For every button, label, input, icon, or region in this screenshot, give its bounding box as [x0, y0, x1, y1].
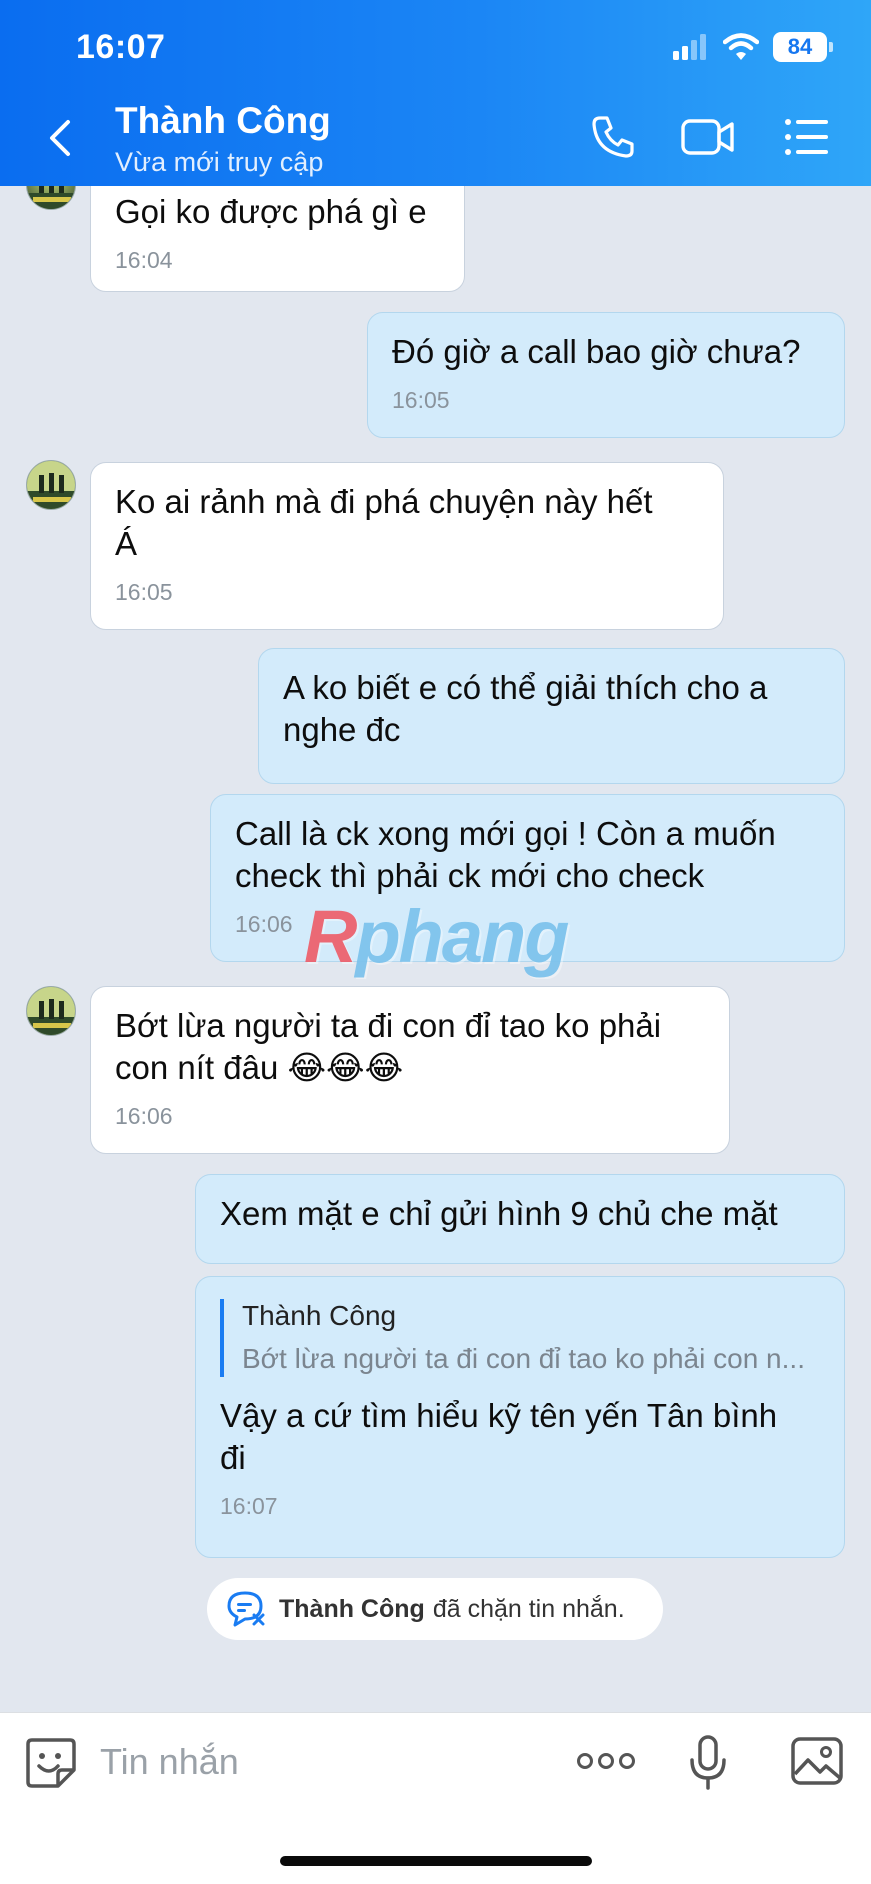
quoted-sender: Thành Công	[242, 1300, 397, 1331]
menu-icon[interactable]	[782, 112, 832, 162]
back-icon[interactable]	[42, 116, 78, 160]
avatar[interactable]	[26, 186, 76, 210]
message-time: 16:05	[392, 387, 450, 413]
message-time: 16:04	[115, 247, 173, 273]
video-icon[interactable]	[680, 112, 736, 162]
watermark-first-letter: R	[304, 895, 357, 978]
blocked-notice: Thành Công đã chặn tin nhắn.	[207, 1578, 663, 1640]
message-bubble-outgoing[interactable]: Đó giờ a call bao giờ chưa? 16:05	[367, 312, 845, 438]
quoted-text: Bớt lừa người ta đi con đỉ tao ko phải c…	[242, 1343, 805, 1374]
battery-icon: 84	[773, 32, 833, 62]
message-list[interactable]: Gọi ko được phá gì e 16:04 Đó giờ a call…	[0, 186, 871, 1712]
message-text-line: Ko ai rảnh mà đi phá chuyện này hết	[115, 483, 653, 520]
more-icon[interactable]	[576, 1748, 636, 1774]
message-text-line: con nít đâu 😂😂😂	[115, 1049, 404, 1086]
blocked-notice-name: Thành Công	[279, 1594, 425, 1623]
message-text-line: nghe đc	[283, 711, 401, 748]
contact-status: Vừa mới truy cập	[115, 147, 324, 177]
message-bubble-incoming[interactable]: Ko ai rảnh mà đi phá chuyện này hết Á 16…	[90, 462, 724, 630]
message-text: Đó giờ a call bao giờ chưa?	[392, 333, 801, 370]
message-text: Xem mặt e chỉ gửi hình 9 chủ che mặt	[220, 1195, 778, 1232]
message-time: 16:05	[115, 579, 173, 605]
chat-header: 16:07 84 Thành Công Vừa mới truy cập	[0, 0, 871, 186]
message-bubble-incoming[interactable]: Bớt lừa người ta đi con đỉ tao ko phải c…	[90, 986, 730, 1154]
message-text-line: Á	[115, 525, 138, 562]
message-text-line: Bớt lừa người ta đi con đỉ tao ko phải	[115, 1007, 662, 1044]
quoted-message[interactable]: Thành Công Bớt lừa người ta đi con đỉ ta…	[220, 1299, 820, 1377]
contact-name[interactable]: Thành Công	[115, 100, 331, 142]
message-time: 16:07	[220, 1493, 278, 1519]
signal-icon	[673, 34, 706, 60]
message-bubble-reply[interactable]: Thành Công Bớt lừa người ta đi con đỉ ta…	[195, 1276, 845, 1558]
blocked-notice-text: đã chặn tin nhắn.	[432, 1594, 625, 1623]
message-time: 16:06	[115, 1103, 173, 1129]
microphone-icon[interactable]	[688, 1734, 728, 1792]
message-text-line: Vậy a cứ tìm hiểu kỹ tên yến Tân bình	[220, 1397, 778, 1434]
phone-icon[interactable]	[588, 112, 638, 162]
watermark-rest: phang	[355, 895, 569, 978]
message-text: Gọi ko được phá gì e	[115, 193, 427, 230]
sticker-icon[interactable]	[24, 1736, 78, 1790]
status-icons: 84	[673, 32, 833, 62]
message-bubble-outgoing[interactable]: A ko biết e có thể giải thích cho a nghe…	[258, 648, 845, 784]
message-bubble-incoming[interactable]: Gọi ko được phá gì e 16:04	[90, 186, 465, 292]
avatar[interactable]	[26, 986, 76, 1036]
image-icon[interactable]	[790, 1736, 844, 1786]
message-bubble-outgoing[interactable]: Xem mặt e chỉ gửi hình 9 chủ che mặt	[195, 1174, 845, 1264]
watermark: Rphang	[304, 894, 569, 979]
message-text-line: A ko biết e có thể giải thích cho a	[283, 669, 768, 706]
avatar[interactable]	[26, 460, 76, 510]
message-text-line: đi	[220, 1439, 246, 1476]
home-indicator[interactable]	[280, 1856, 592, 1866]
message-text-line: Call là ck xong mới gọi ! Còn a muốn	[235, 815, 776, 852]
blocked-chat-icon	[227, 1591, 265, 1627]
message-input[interactable]	[100, 1734, 540, 1790]
wifi-icon	[723, 33, 759, 60]
status-time: 16:07	[76, 28, 166, 66]
message-text-line: check thì phải ck mới cho check	[235, 857, 705, 894]
